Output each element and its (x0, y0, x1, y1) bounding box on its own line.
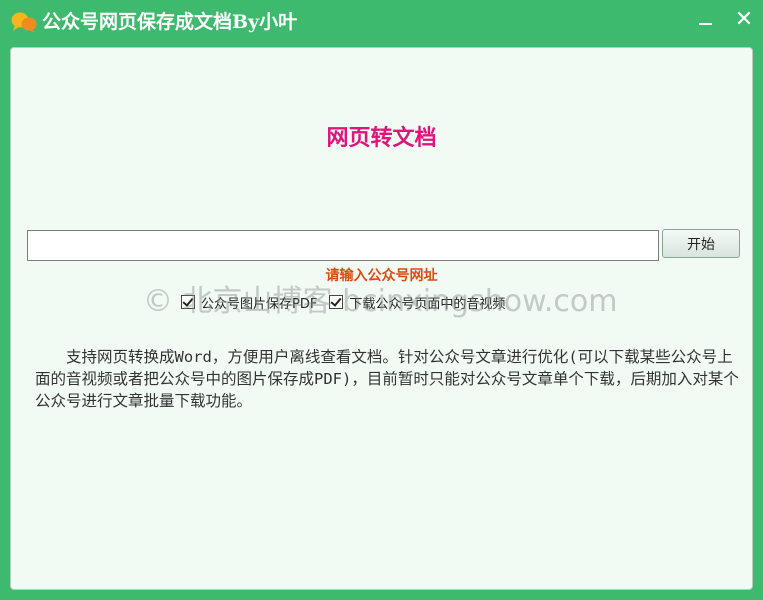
option-download-media[interactable]: 下载公众号页面中的音视频 (329, 293, 505, 312)
option-label: 公众号图片保存PDF (201, 296, 318, 312)
close-icon: ✕ (734, 7, 754, 32)
chat-bubbles-icon (11, 10, 37, 34)
option-label: 下载公众号页面中的音视频 (349, 296, 506, 312)
app-window: 公众号网页保存成文档By小叶 ✕ 网页转文档 开始 请输入公众号网址 公众号图片… (0, 0, 763, 600)
close-button[interactable]: ✕ (731, 8, 757, 32)
title-bar[interactable]: 公众号网页保存成文档By小叶 ✕ (0, 0, 763, 44)
options-row: 公众号图片保存PDF 下载公众号页面中的音视频 (181, 291, 517, 313)
checkmark-icon[interactable] (181, 295, 195, 309)
url-hint: 请输入公众号网址 (325, 268, 438, 284)
window-title: 公众号网页保存成文档By小叶 (42, 11, 298, 33)
main-panel: 网页转文档 开始 请输入公众号网址 公众号图片保存PDF 下载公众号页面中的音视… (10, 47, 753, 590)
url-input[interactable] (27, 230, 659, 261)
option-save-images-pdf[interactable]: 公众号图片保存PDF (181, 293, 317, 312)
checkmark-icon[interactable] (329, 295, 344, 309)
page-heading: 网页转文档 (326, 125, 437, 151)
start-button[interactable]: 开始 (662, 229, 740, 258)
minimize-icon (699, 23, 712, 25)
description-text: 支持网页转换成Word，方便用户离线查看文档。针对公众号文章进行优化(可以下载某… (35, 348, 739, 410)
minimize-button[interactable] (693, 8, 719, 32)
